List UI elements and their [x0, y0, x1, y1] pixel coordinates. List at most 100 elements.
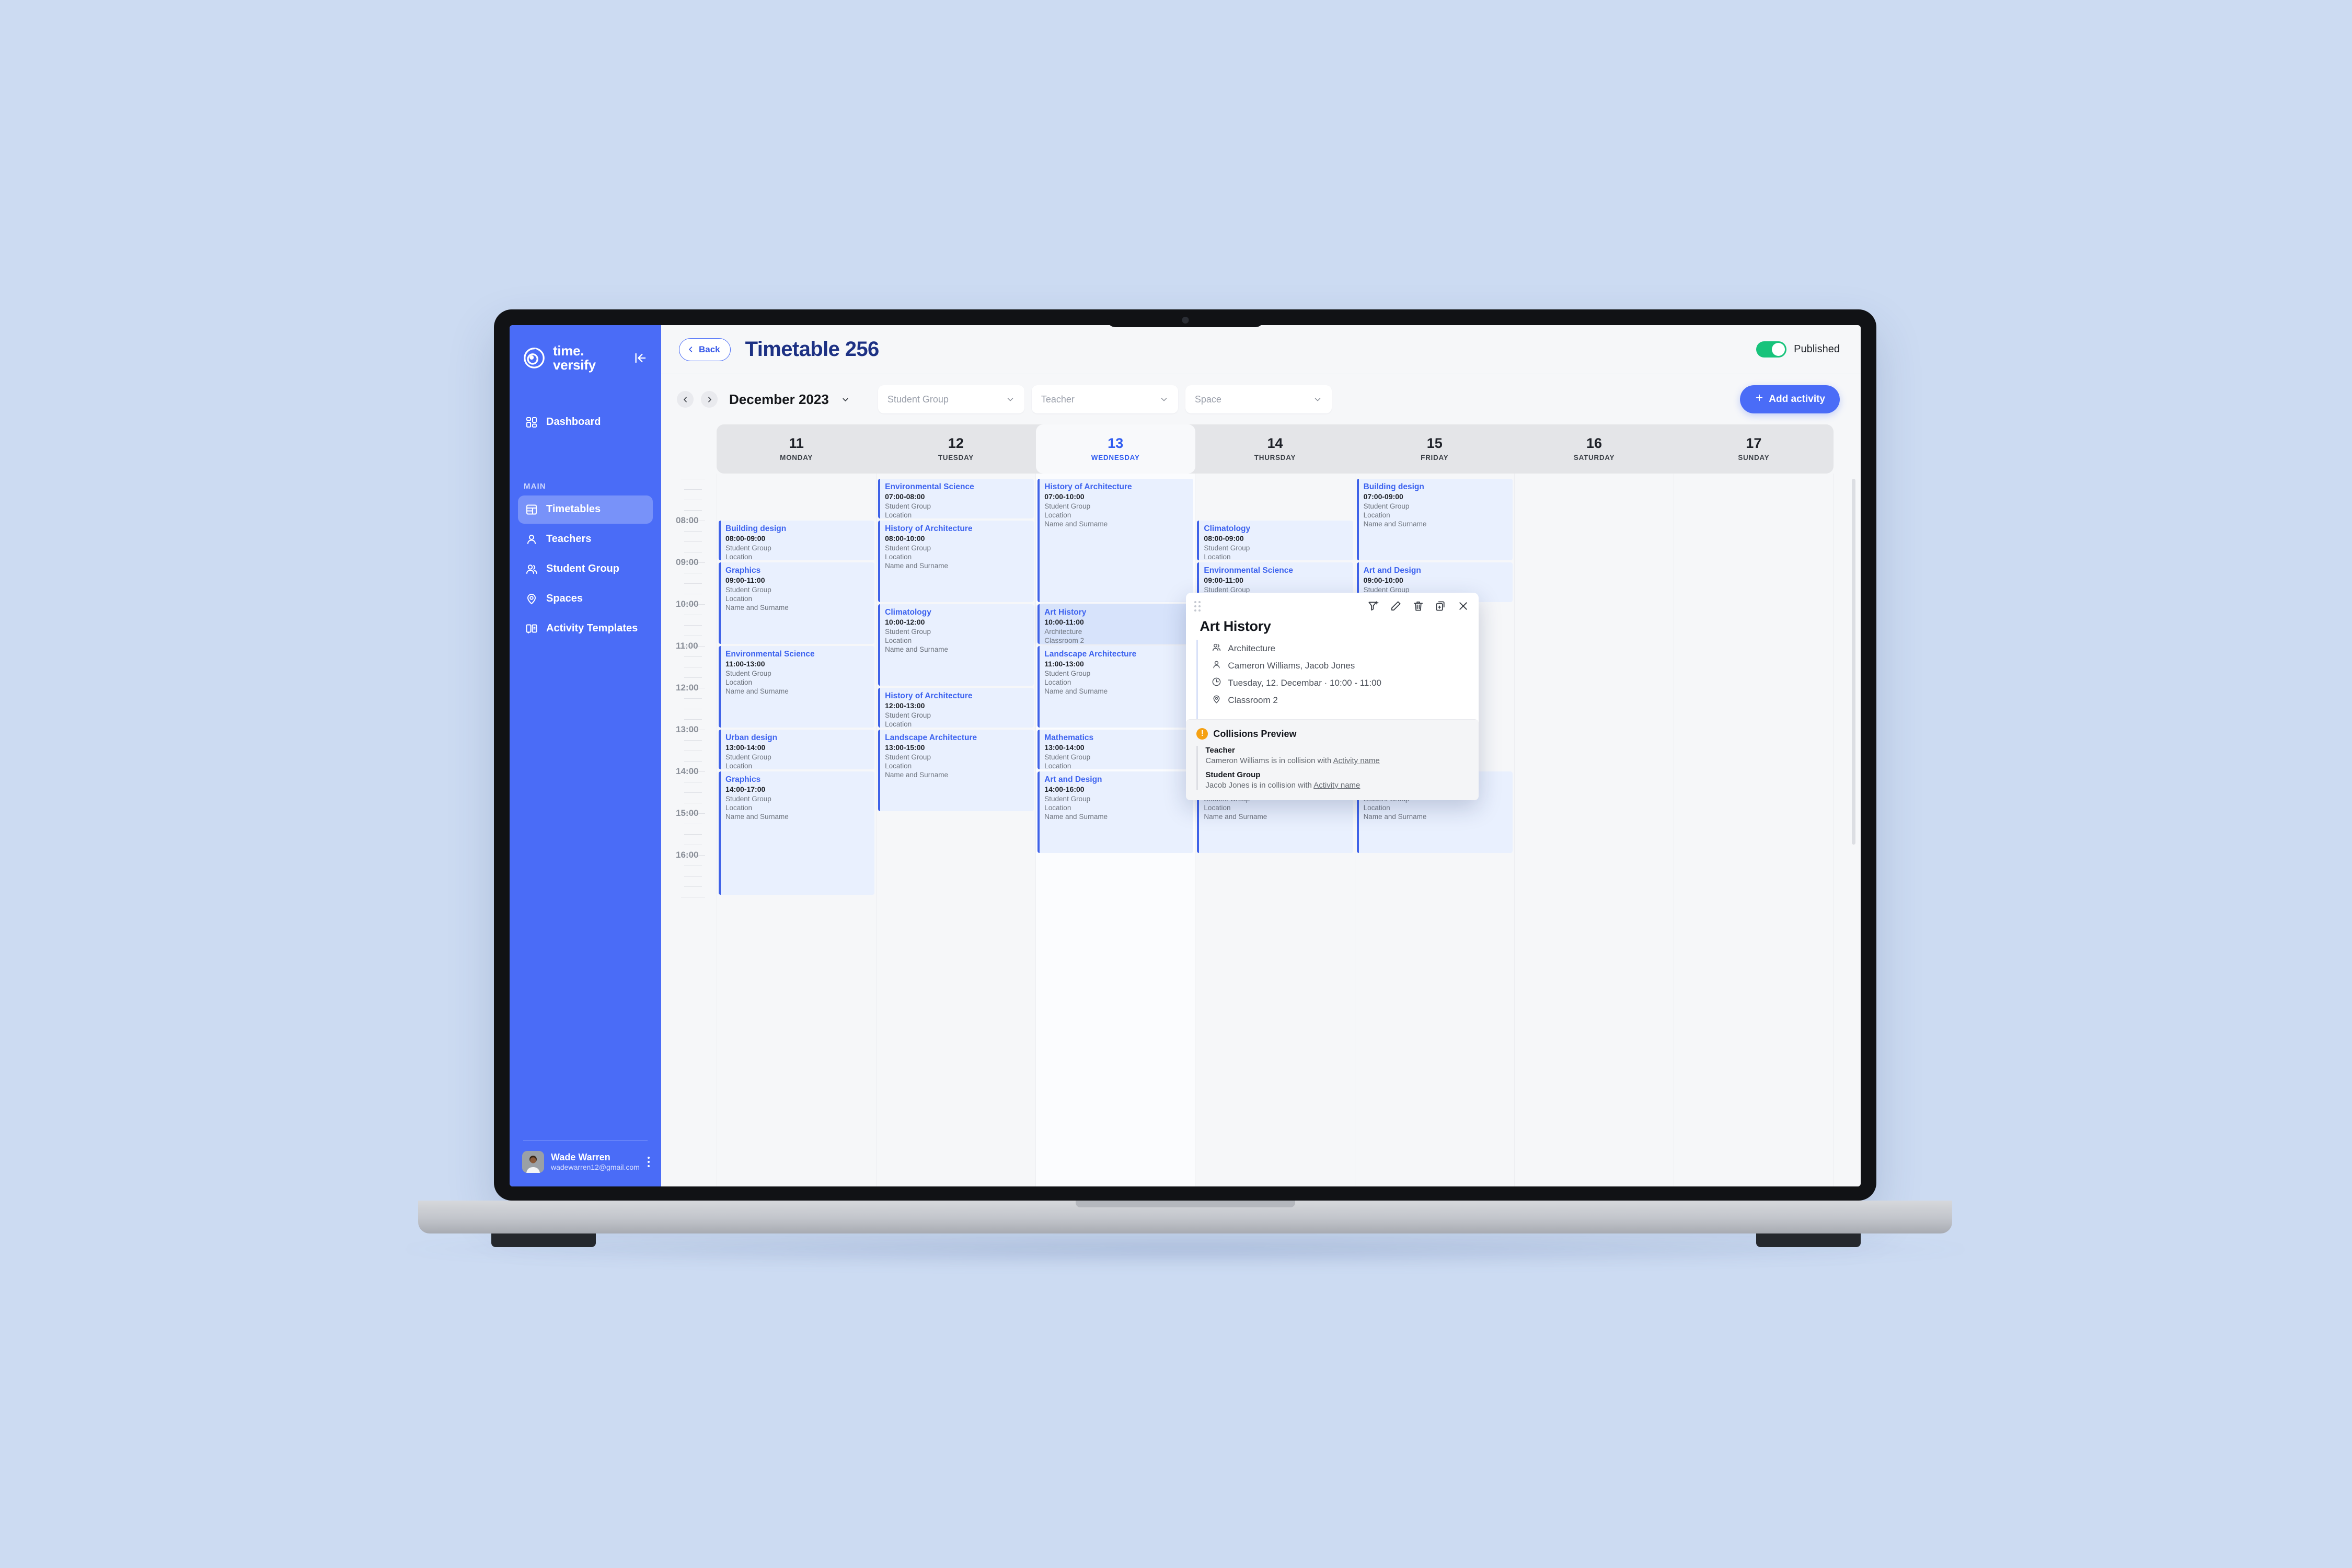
activity-card[interactable]: Graphics 14:00-17:00 Student Group Location… — [719, 771, 875, 895]
user-text: Wade Warren wadewarren12@gmail.com — [551, 1151, 640, 1173]
activity-card[interactable]: Urban design 13:00-14:00 Student Group Loca… — [719, 730, 875, 769]
activity-card[interactable]: Climatology 08:00-09:00 Student Group Locat… — [1197, 521, 1353, 560]
day-name: THURSDAY — [1254, 454, 1296, 462]
activity-title: Mathematics — [1044, 733, 1094, 742]
popup-row-text: Architecture — [1228, 643, 1276, 653]
day-column-thursday[interactable]: Climatology 08:00-09:00 Student Group Locat… — [1195, 474, 1355, 1186]
popup-row-text: Tuesday, 12. Decembar · 10:00 - 11:00 — [1228, 677, 1381, 688]
time-label: 16:00 — [676, 850, 699, 860]
day-number: 11 — [789, 435, 804, 451]
activity-group: Student Group — [1044, 794, 1091, 803]
activity-card[interactable]: Art and Design14:00-16:00Student GroupLo… — [1037, 771, 1194, 853]
collapse-sidebar-icon[interactable] — [632, 349, 650, 367]
map-pin-icon — [525, 592, 538, 606]
day-header-saturday[interactable]: 16 SATURDAY — [1514, 424, 1674, 474]
day-header-thursday[interactable]: 14 THURSDAY — [1195, 424, 1355, 474]
day-column-wednesday[interactable]: History of Architecture 07:00-10:00 Studen… — [1036, 474, 1196, 1186]
user-profile[interactable]: Wade Warren wadewarren12@gmail.com — [510, 1141, 661, 1186]
sidebar-item-teachers[interactable]: Teachers — [518, 525, 653, 554]
day-columns: Building design 08:00-09:00 Student Group L… — [717, 474, 1834, 1186]
time-tick — [684, 510, 702, 511]
laptop-foot-left — [491, 1233, 596, 1247]
back-button[interactable]: Back — [679, 338, 731, 361]
time-tick — [684, 740, 702, 741]
next-period-button[interactable] — [701, 391, 718, 408]
sidebar-item-spaces[interactable]: Spaces — [518, 585, 653, 613]
activity-card[interactable]: Mathematics 13:00-14:00 Student Group Locat… — [1037, 730, 1194, 769]
day-header-tuesday[interactable]: 12 TUESDAY — [876, 424, 1035, 474]
screen: time. versify Dashboard MAIN Timetables … — [510, 325, 1861, 1186]
sidebar-item-timetables[interactable]: Timetables — [518, 495, 653, 524]
day-column-friday[interactable]: Building design 07:00-09:00 Student Group L… — [1355, 474, 1515, 1186]
activity-card[interactable]: History of Architecture 08:00-10:00 Studen… — [878, 521, 1034, 602]
activity-time: 08:00-09:00 — [725, 534, 766, 543]
popup-row-text: Cameron Williams, Jacob Jones — [1228, 660, 1355, 671]
activity-location: Location — [1044, 678, 1071, 686]
close-icon[interactable] — [1457, 600, 1469, 612]
activity-card[interactable]: History of Architecture 12:00-13:00 Studen… — [878, 688, 1034, 728]
activity-title: Climatology — [1204, 524, 1251, 533]
collision-label: Student Group — [1205, 770, 1261, 779]
teacher-filter[interactable]: Teacher — [1031, 385, 1178, 413]
trash-icon[interactable] — [1412, 600, 1424, 612]
day-number: 14 — [1267, 435, 1283, 451]
day-name: SUNDAY — [1738, 454, 1770, 462]
activity-card[interactable]: Graphics 09:00-11:00 Student Group Location… — [719, 562, 875, 644]
sidebar-item-student-group[interactable]: Student Group — [518, 555, 653, 583]
day-header-monday[interactable]: 11 MONDAY — [717, 424, 876, 474]
activity-card[interactable]: Environmental Science 11:00-13:00 Student … — [719, 646, 875, 728]
activity-teacher: Name and Surname — [1044, 687, 1108, 696]
dashboard-grid-icon — [525, 416, 538, 429]
activity-card[interactable]: Environmental Science 07:00-08:00 Student … — [878, 479, 1034, 518]
filter-add-icon[interactable] — [1367, 600, 1379, 612]
activity-card[interactable]: Building design 08:00-09:00 Student Group L… — [719, 521, 875, 560]
activity-title: Art and Design — [1044, 775, 1102, 784]
popup-row-group: Architecture — [1212, 640, 1469, 657]
space-filter[interactable]: Space — [1185, 385, 1332, 413]
day-name: FRIDAY — [1421, 454, 1449, 462]
day-header-sunday[interactable]: 17 SUNDAY — [1674, 424, 1834, 474]
activity-card[interactable]: Landscape Architecture 13:00-15:00 Student… — [878, 730, 1034, 811]
activity-location: Location — [725, 594, 753, 603]
kebab-menu-icon[interactable] — [647, 1155, 651, 1169]
duplicate-icon[interactable] — [1435, 600, 1447, 612]
activity-teacher: Name and Surname — [1044, 520, 1108, 528]
activity-location: Location — [725, 762, 753, 769]
activity-card[interactable]: Building design 07:00-09:00 Student Group L… — [1356, 479, 1513, 560]
activity-title: Art History — [1044, 608, 1087, 617]
page-title: Timetable 256 — [745, 338, 880, 361]
sidebar-item-dashboard[interactable]: Dashboard — [518, 408, 653, 436]
collision-link[interactable]: Activity name — [1333, 756, 1380, 765]
day-header-friday[interactable]: 15 FRIDAY — [1355, 424, 1514, 474]
prev-period-button[interactable] — [677, 391, 694, 408]
activity-time: 07:00-10:00 — [1044, 492, 1085, 501]
day-column-monday[interactable]: Building design 08:00-09:00 Student Group L… — [717, 474, 877, 1186]
activity-title: History of Architecture — [885, 691, 973, 700]
time-label: 13:00 — [676, 724, 699, 734]
users-icon — [1212, 642, 1221, 655]
student-group-filter[interactable]: Student Group — [878, 385, 1024, 413]
day-column-tuesday[interactable]: Environmental Science 07:00-08:00 Student … — [877, 474, 1036, 1186]
activity-location: Location — [885, 552, 912, 561]
day-column-saturday[interactable] — [1515, 474, 1674, 1186]
collision-link[interactable]: Activity name — [1313, 781, 1360, 790]
toggle-knob — [1772, 343, 1785, 356]
collisions-preview: ! Collisions Preview Teacher Cameron Wil… — [1186, 719, 1479, 800]
sidebar-item-label: Teachers — [546, 533, 592, 545]
add-activity-button[interactable]: Add activity — [1740, 385, 1840, 413]
pencil-icon[interactable] — [1390, 600, 1402, 612]
month-picker-chevron-down-icon[interactable] — [841, 395, 850, 404]
teacher-filter-text: Teacher — [1041, 394, 1075, 405]
day-header-wednesday[interactable]: 13 WEDNESDAY — [1035, 424, 1195, 474]
activity-card[interactable]: Climatology 10:00-12:00 Student Group Locat… — [878, 604, 1034, 686]
published-toggle[interactable] — [1756, 341, 1787, 358]
activity-location: Location — [725, 552, 753, 560]
sidebar-item-activity-templates[interactable]: Activity Templates — [518, 615, 653, 643]
activity-card[interactable]: Landscape Architecture 11:00-13:00 Student… — [1037, 646, 1194, 728]
day-column-sunday[interactable] — [1674, 474, 1834, 1186]
vertical-scrollbar[interactable] — [1852, 479, 1855, 845]
drag-handle-icon[interactable] — [1194, 601, 1201, 612]
activity-card[interactable]: History of Architecture 07:00-10:00 Studen… — [1037, 479, 1194, 602]
activity-card[interactable]: Art History 10:00-11:00 Architecture Classr… — [1037, 604, 1194, 644]
